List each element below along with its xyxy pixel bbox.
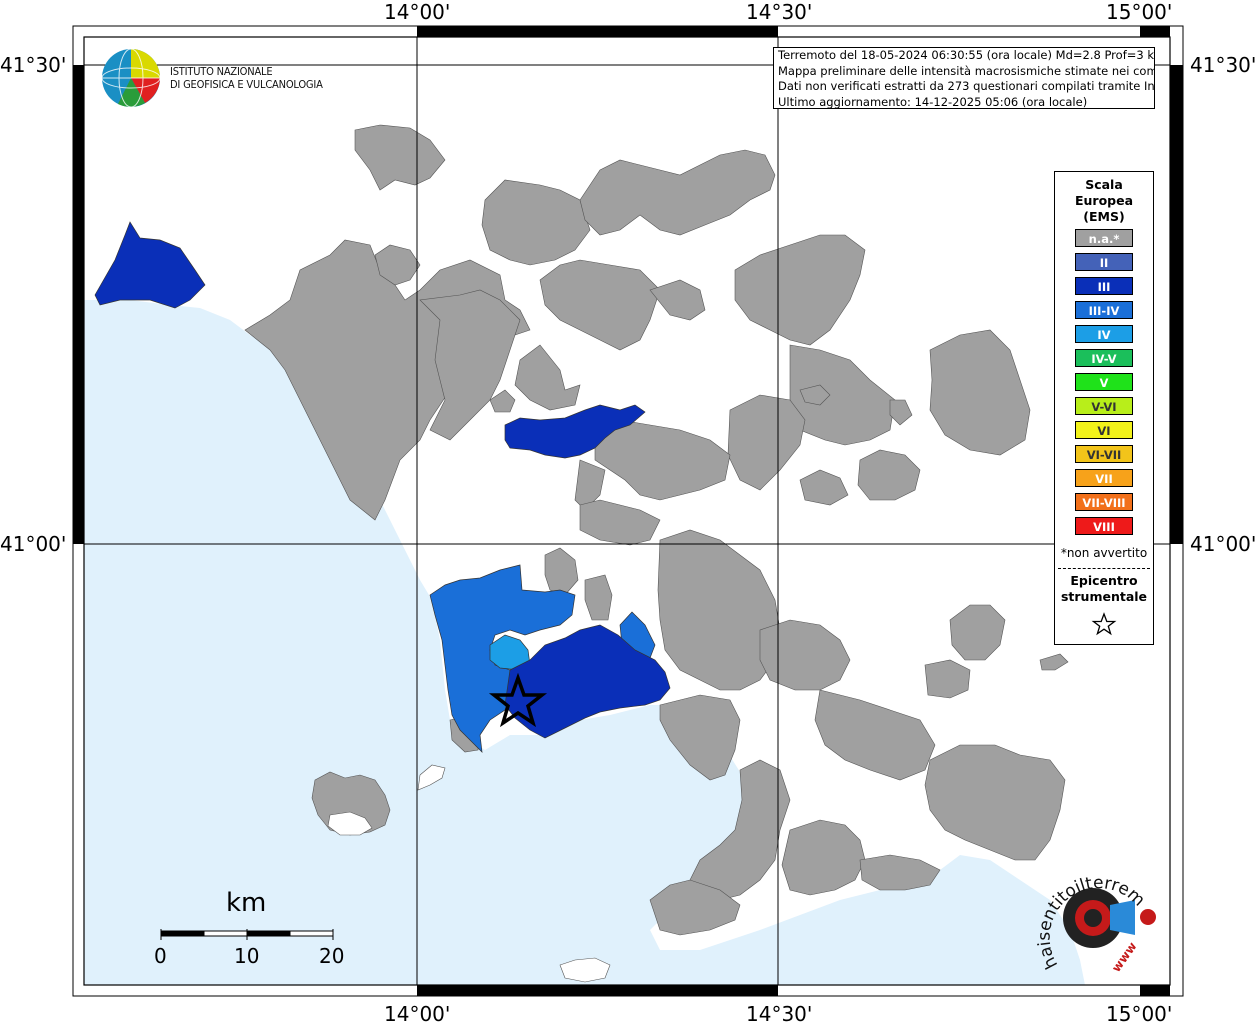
- event-info-box: Terremoto del 18-05-2024 06:30:55 (ora l…: [773, 47, 1155, 109]
- legend-title: Scala Europea (EMS): [1055, 177, 1153, 225]
- legend-epicenter-line2: strumentale: [1060, 589, 1148, 604]
- lat-label-right-1: 41°30': [1190, 53, 1256, 77]
- legend-epicenter: Epicentro strumentale: [1055, 573, 1153, 605]
- lon-label-top-1: 14°00': [384, 0, 451, 24]
- lon-label-bottom-2: 14°30': [746, 1002, 813, 1026]
- legend-item: VII-VIII: [1075, 493, 1133, 511]
- ingv-line2: DI GEOFISICA E VULCANOLOGIA: [170, 78, 323, 91]
- legend-title-line3: (EMS): [1083, 209, 1125, 224]
- legend-title-line2: Europea: [1074, 193, 1134, 208]
- event-line-1: Terremoto del 18-05-2024 06:30:55 (ora l…: [778, 48, 1155, 62]
- legend-item: IV-V: [1075, 349, 1133, 367]
- haisentito-watermark: haisentitoilterremoto.it www: [1030, 855, 1149, 975]
- event-line-3: Dati non verificati estratti da 273 ques…: [778, 79, 1155, 93]
- area-iii-north: [94, 221, 206, 309]
- legend-note: *non avvertito: [1060, 546, 1148, 560]
- legend-item: III: [1075, 277, 1133, 295]
- event-line-4: Ultimo aggiornamento: 14-12-2025 05:06 (…: [778, 94, 1088, 109]
- lon-label-bottom-1: 14°00': [384, 1002, 451, 1026]
- scale-unit: km: [226, 888, 267, 918]
- legend-item: V: [1075, 373, 1133, 391]
- legend-item: VI: [1075, 421, 1133, 439]
- lat-label-left-2: 41°00': [0, 532, 67, 556]
- legend-item: IV: [1075, 325, 1133, 343]
- watermark-www: www: [1109, 939, 1140, 974]
- lat-label-right-2: 41°00': [1190, 532, 1256, 556]
- lon-label-top-2: 14°30': [746, 0, 813, 24]
- scale-tick-0: 0: [154, 944, 167, 968]
- legend-item: VIII: [1075, 517, 1133, 535]
- legend-item: n.a.*: [1075, 229, 1133, 247]
- event-line-2: Mappa preliminare delle intensità macros…: [778, 63, 1155, 78]
- lat-label-left-1: 41°30': [0, 53, 67, 77]
- legend-item: V-VI: [1075, 397, 1133, 415]
- legend-item: VI-VII: [1075, 445, 1133, 463]
- legend-item: III-IV: [1075, 301, 1133, 319]
- legend-epicenter-line1: Epicentro: [1070, 573, 1138, 588]
- legend: Scala Europea (EMS) n.a.* II III III-IV IV IV…: [1054, 171, 1154, 645]
- legend-title-line1: Scala: [1085, 177, 1123, 192]
- scale-tick-20: 20: [319, 944, 345, 968]
- legend-item: VII: [1075, 469, 1133, 487]
- ingv-logo-icon: [101, 48, 161, 108]
- ingv-logo-text: ISTITUTO NAZIONALE DI GEOFISICA E VULCAN…: [170, 65, 323, 91]
- lon-label-bottom-3: 15°00': [1106, 1002, 1173, 1026]
- legend-star-icon: [1091, 612, 1117, 636]
- lon-label-top-3: 15°00': [1106, 0, 1173, 24]
- ingv-line1: ISTITUTO NAZIONALE: [170, 65, 273, 78]
- legend-separator: [1058, 568, 1150, 569]
- legend-item: II: [1075, 253, 1133, 271]
- scale-tick-10: 10: [234, 944, 260, 968]
